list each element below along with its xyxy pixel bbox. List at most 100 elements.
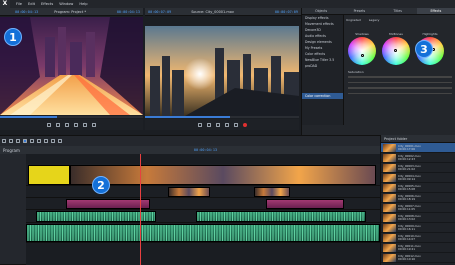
tab-titles[interactable]: Titles bbox=[379, 8, 417, 14]
midtones-label: Midtones bbox=[389, 32, 403, 36]
option-legacy[interactable]: Legacy bbox=[369, 18, 380, 26]
tab-effects[interactable]: Effects bbox=[416, 8, 455, 14]
menu-help[interactable]: Help bbox=[79, 2, 87, 6]
title-clip[interactable] bbox=[66, 199, 150, 209]
shadows-handle[interactable] bbox=[361, 54, 364, 57]
video-clip[interactable] bbox=[70, 165, 376, 185]
source-timecode-left: 00:00:07:09 bbox=[148, 9, 172, 14]
midtones-group: Midtones bbox=[382, 32, 410, 65]
clip-thumbnail bbox=[383, 183, 396, 192]
bin-item[interactable]: City_00002.mov 00:00:12:23 bbox=[381, 153, 455, 163]
tool-zoom-button[interactable] bbox=[58, 139, 62, 143]
audio-track-2[interactable] bbox=[26, 223, 380, 243]
list-item-selected[interactable]: Color correction bbox=[302, 93, 343, 99]
slider-track[interactable] bbox=[348, 92, 452, 94]
src-play-button[interactable] bbox=[215, 122, 220, 127]
menu-edit[interactable]: Edit bbox=[28, 2, 35, 6]
clip-duration: 00:00:13:02 bbox=[398, 216, 416, 221]
tool-undo-button[interactable] bbox=[30, 139, 34, 143]
shadows-group: Shadows bbox=[348, 32, 376, 65]
playhead[interactable] bbox=[140, 154, 141, 265]
clip-thumbnail bbox=[383, 193, 396, 202]
program-scrub-bar[interactable] bbox=[0, 116, 143, 118]
video-track-1[interactable] bbox=[26, 164, 380, 186]
bin-item[interactable]: City_00009.mov 00:00:16:11 bbox=[381, 223, 455, 233]
option-ungraded[interactable]: Ungraded bbox=[346, 18, 361, 26]
bin-item[interactable]: City_00001.mov 00:00:17:06 bbox=[381, 143, 455, 153]
callout-badge-3: 3 bbox=[415, 40, 433, 58]
title-clip[interactable] bbox=[266, 199, 344, 209]
rewind-button[interactable] bbox=[56, 122, 60, 127]
source-monitor-video[interactable] bbox=[145, 26, 299, 116]
effects-panel: Objects Presets Titles Effects Display e… bbox=[301, 8, 455, 135]
video-clip[interactable] bbox=[168, 187, 210, 197]
next-frame-button[interactable] bbox=[83, 122, 87, 127]
video-clip[interactable] bbox=[28, 165, 70, 185]
bin-item[interactable]: City_00006.mov 00:00:18:19 bbox=[381, 193, 455, 203]
loop-button[interactable] bbox=[92, 122, 96, 127]
midtones-wheel[interactable] bbox=[382, 37, 410, 65]
program-title: Program: Project * bbox=[54, 9, 87, 14]
project-bin: Project folder City_00001.mov 00:00:17:06… bbox=[380, 135, 455, 265]
timeline-toolbar bbox=[0, 135, 380, 146]
menu-window[interactable]: Window bbox=[59, 2, 73, 6]
clip-thumbnail bbox=[383, 163, 396, 172]
tool-cut-button[interactable] bbox=[9, 139, 13, 143]
bin-item[interactable]: City_00004.mov 00:00:09:14 bbox=[381, 173, 455, 183]
audio-clip[interactable] bbox=[36, 211, 156, 222]
bin-item[interactable]: City_00008.mov 00:00:13:02 bbox=[381, 213, 455, 223]
tool-trim-button[interactable] bbox=[16, 139, 20, 143]
clip-thumbnail bbox=[383, 243, 396, 252]
tool-marker-button[interactable] bbox=[44, 139, 48, 143]
audio-clip[interactable] bbox=[196, 211, 366, 222]
overlay-track[interactable] bbox=[26, 198, 380, 210]
bin-item[interactable]: City_00010.mov 00:00:14:07 bbox=[381, 233, 455, 243]
grading-options: Ungraded Legacy bbox=[346, 18, 455, 26]
forward-button[interactable] bbox=[74, 122, 78, 127]
clip-duration: 00:00:19:21 bbox=[398, 246, 416, 251]
timeline-ruler[interactable]: Program 00:00:04:13 bbox=[0, 146, 380, 154]
audio-track-1[interactable] bbox=[26, 210, 380, 223]
tool-select-button[interactable] bbox=[2, 139, 6, 143]
prev-frame-button[interactable] bbox=[47, 122, 51, 127]
bin-item[interactable]: City_00003.mov 00:00:21:02 bbox=[381, 163, 455, 173]
src-prev-button[interactable] bbox=[197, 122, 202, 127]
slider-track[interactable] bbox=[348, 76, 452, 78]
tool-active-button[interactable] bbox=[23, 139, 27, 143]
record-button[interactable] bbox=[242, 122, 247, 127]
video-clip[interactable] bbox=[254, 187, 290, 197]
tab-objects[interactable]: Objects bbox=[302, 8, 340, 14]
clip-duration: 00:00:18:19 bbox=[398, 196, 416, 201]
shadows-wheel[interactable] bbox=[348, 37, 376, 65]
play-button[interactable] bbox=[65, 122, 69, 127]
clip-duration: 00:00:17:06 bbox=[398, 146, 416, 151]
program-monitor-video[interactable] bbox=[0, 17, 143, 115]
menu-bar: X File Edit Effects Window Help bbox=[0, 0, 455, 8]
clip-duration: 00:00:10:16 bbox=[398, 256, 416, 261]
timeline: Program 00:00:04:13 bbox=[0, 146, 380, 265]
tool-redo-button[interactable] bbox=[37, 139, 41, 143]
menu-effects[interactable]: Effects bbox=[41, 2, 53, 6]
bin-item[interactable]: City_00011.mov 00:00:19:21 bbox=[381, 243, 455, 253]
bin-item[interactable]: City_00012.mov 00:00:10:16 bbox=[381, 253, 455, 263]
video-track-2[interactable] bbox=[26, 186, 380, 198]
slider-track[interactable] bbox=[348, 81, 452, 83]
bin-item[interactable]: City_00007.mov 00:00:11:05 bbox=[381, 203, 455, 213]
bin-title: Project folder bbox=[384, 136, 408, 141]
tool-snap-button[interactable] bbox=[51, 139, 55, 143]
tab-presets[interactable]: Presets bbox=[340, 8, 378, 14]
list-item[interactable]: proDAD bbox=[302, 63, 343, 69]
src-rewind-button[interactable] bbox=[206, 122, 211, 127]
callout-badge-2: 2 bbox=[92, 176, 110, 194]
src-next-button[interactable] bbox=[233, 122, 238, 127]
music-clip[interactable] bbox=[26, 224, 380, 242]
source-scrub-bar[interactable] bbox=[145, 116, 299, 118]
slider-track[interactable] bbox=[348, 87, 452, 89]
source-monitor-header: 00:00:07:09 Source: City_00001.mov 00:00… bbox=[145, 8, 301, 16]
menu-file[interactable]: File bbox=[16, 2, 22, 6]
midtones-handle[interactable] bbox=[394, 49, 397, 52]
clip-thumbnail bbox=[383, 203, 396, 212]
clip-thumbnail bbox=[383, 213, 396, 222]
src-forward-button[interactable] bbox=[224, 122, 229, 127]
bin-item[interactable]: City_00005.mov 00:00:15:08 bbox=[381, 183, 455, 193]
